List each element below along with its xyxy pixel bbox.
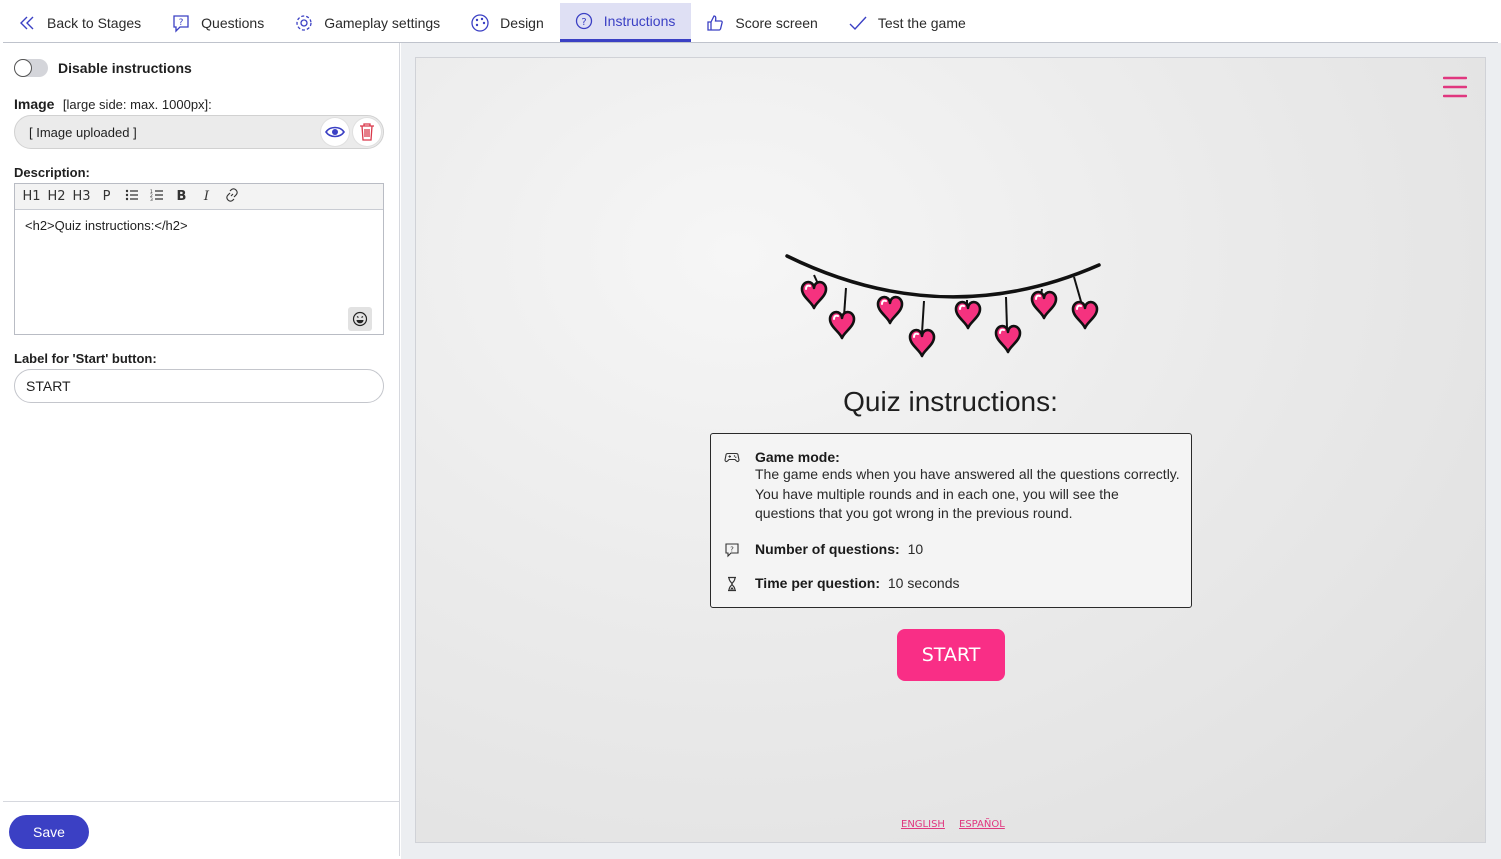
game-mode-text: The game ends when you have answered all…	[755, 466, 1180, 521]
question-bubble-icon: ?	[173, 14, 189, 33]
hourglass-icon	[728, 576, 736, 592]
language-espanol-link[interactable]: ESPAÑOL	[959, 819, 1005, 830]
settings-panel: Disable instructions Image [large side: …	[3, 43, 400, 856]
number-of-questions-value: 10	[907, 541, 924, 557]
start-game-button[interactable]: START	[897, 629, 1005, 681]
nav-label: Back to Stages	[47, 14, 142, 31]
bottom-bar: Save	[3, 801, 399, 856]
image-label: Image	[14, 96, 55, 112]
time-per-question-value: 10 seconds	[887, 575, 960, 591]
start-button-label-value: START	[26, 378, 71, 394]
image-hint: [large side: max. 1000px]:	[62, 97, 212, 112]
svg-text:?: ?	[179, 18, 184, 28]
game-mode-row: Game mode: The game ends when you have a…	[724, 449, 1180, 524]
emoji-button[interactable]	[348, 307, 372, 331]
nav-design[interactable]: Design	[456, 3, 560, 42]
h1-button[interactable]: H1	[19, 189, 44, 204]
nav-label: Score screen	[735, 14, 818, 31]
preview-image-button[interactable]	[321, 118, 349, 146]
save-button[interactable]: Save	[9, 815, 89, 849]
hearts-garland-image	[785, 254, 1101, 358]
nav-instructions[interactable]: ? Instructions	[559, 3, 692, 42]
link-button[interactable]	[219, 187, 244, 207]
time-per-question-label: Time per question:	[755, 575, 880, 591]
question-bubble-icon: ?	[725, 543, 739, 558]
italic-button[interactable]: I	[194, 189, 219, 204]
h3-button[interactable]: H3	[69, 189, 94, 204]
nav-test-the-game[interactable]: Test the game	[834, 3, 982, 42]
chevron-double-left-icon	[20, 16, 34, 29]
h2-button[interactable]: H2	[44, 189, 69, 204]
time-per-question-row: Time per question: 10 seconds	[728, 575, 960, 592]
start-button-label-title: Label for 'Start' button:	[14, 351, 157, 366]
description-label: Description:	[14, 165, 90, 180]
help-circle-icon: ?	[575, 12, 592, 30]
description-textarea[interactable]: <h2>Quiz instructions:</h2>	[15, 210, 383, 241]
image-field-value: [ Image uploaded ]	[29, 124, 137, 140]
nav-label: Instructions	[603, 13, 676, 29]
number-of-questions-label: Number of questions:	[755, 541, 900, 557]
game-info-box: Game mode: The game ends when you have a…	[710, 433, 1192, 608]
bullet-list-button[interactable]	[119, 188, 144, 206]
trash-icon	[360, 123, 374, 141]
image-label-row: Image [large side: max. 1000px]:	[14, 96, 212, 114]
svg-text:3: 3	[150, 197, 153, 202]
link-icon	[225, 187, 238, 202]
nav-questions[interactable]: ? Questions	[157, 3, 280, 42]
preview-area: Quiz instructions: Game mode: The game e…	[401, 43, 1501, 859]
nav-score-screen[interactable]: Score screen	[691, 3, 833, 42]
nav-label: Design	[500, 14, 544, 31]
top-navigation: Back to Stages ? Questions Gameplay sett…	[3, 3, 1498, 43]
hamburger-menu-icon[interactable]	[1443, 76, 1467, 98]
delete-image-button[interactable]	[353, 118, 381, 146]
start-label-wrap: Label for 'Start' button:	[14, 350, 157, 368]
numbered-list-icon: 123	[150, 189, 163, 203]
description-label-wrap: Description:	[14, 164, 90, 182]
eye-icon	[325, 126, 345, 138]
disable-instructions-label: Disable instructions	[58, 60, 192, 76]
emoji-icon	[352, 311, 368, 327]
nav-label: Gameplay settings	[324, 14, 441, 31]
palette-icon	[471, 13, 489, 32]
game-mode-label: Game mode:	[755, 449, 840, 465]
nav-gameplay-settings[interactable]: Gameplay settings	[280, 3, 456, 42]
nav-label: Test the game	[877, 14, 966, 31]
bold-button[interactable]: B	[169, 189, 194, 204]
instructions-title: Quiz instructions:	[843, 386, 1058, 417]
start-button-label-input[interactable]: START	[14, 369, 384, 403]
number-of-questions-row: ? Number of questions: 10	[725, 541, 924, 558]
gear-icon	[296, 14, 312, 31]
game-preview: Quiz instructions: Game mode: The game e…	[415, 57, 1486, 843]
editor-toolbar: H1 H2 H3 P 123 B I	[15, 184, 383, 210]
nav-label: Questions	[201, 14, 265, 31]
svg-text:?: ?	[581, 17, 586, 28]
paragraph-button[interactable]: P	[94, 189, 119, 204]
nav-back-to-stages[interactable]: Back to Stages	[3, 3, 157, 42]
numbered-list-button[interactable]: 123	[144, 188, 169, 206]
gamepad-icon	[724, 452, 740, 463]
language-english-link[interactable]: ENGLISH	[901, 819, 945, 830]
bullet-list-icon	[125, 189, 138, 200]
image-field[interactable]: [ Image uploaded ]	[14, 115, 384, 149]
svg-text:?: ?	[730, 546, 734, 554]
thumbs-up-icon	[707, 14, 724, 31]
disable-instructions-row: Disable instructions	[14, 59, 192, 77]
description-editor: H1 H2 H3 P 123 B I <h2>Quiz instructions…	[14, 183, 384, 335]
disable-instructions-toggle[interactable]	[14, 59, 48, 77]
checkmark-icon	[849, 16, 867, 30]
